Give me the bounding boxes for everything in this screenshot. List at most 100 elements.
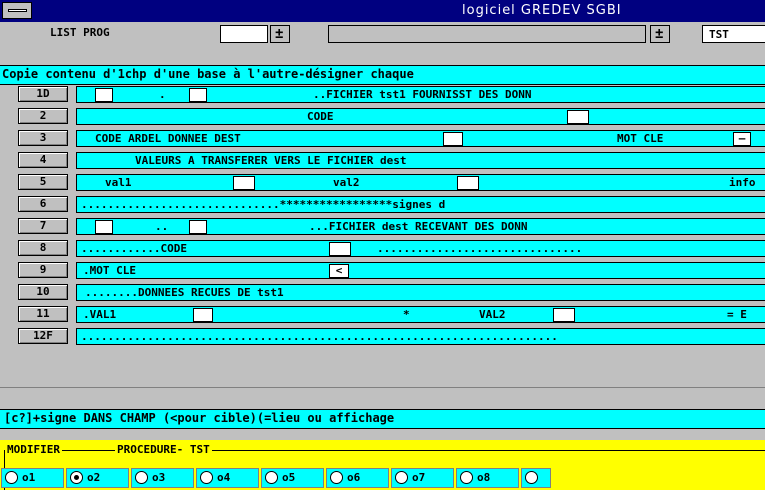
list-prog-label: LIST PROG	[50, 26, 110, 39]
option-o5[interactable]: o5	[261, 468, 324, 488]
row-field[interactable]: CODE ARDEL DONNEE DEST MOT CLE —	[76, 130, 765, 147]
row-field[interactable]: .VAL1 * VAL2 = E	[76, 306, 765, 323]
radio-selected-icon	[70, 471, 83, 484]
option-o8[interactable]: o8	[456, 468, 519, 488]
row-number[interactable]: 1D	[18, 86, 68, 102]
procedure-field[interactable]	[328, 25, 646, 43]
row-number[interactable]: 3	[18, 130, 68, 146]
description-bar: Copie contenu d'1chp d'une base à l'autr…	[0, 65, 765, 85]
toolbar: LIST PROG ± ± TST	[0, 22, 765, 46]
radio-icon	[135, 471, 148, 484]
row-4: 4 VALEURS A TRANSFERER VERS LE FICHIER d…	[0, 150, 765, 170]
row-text: ........DONNEES RECUES DE tst1	[85, 286, 284, 299]
input-box[interactable]	[193, 308, 213, 322]
row-number[interactable]: 4	[18, 152, 68, 168]
row-number[interactable]: 8	[18, 240, 68, 256]
tst-field[interactable]: TST	[702, 25, 765, 43]
radio-icon	[525, 471, 538, 484]
radio-icon	[265, 471, 278, 484]
row-2: 2 CODE	[0, 106, 765, 126]
row-field[interactable]: val1 val2 info	[76, 174, 765, 191]
input-box[interactable]	[457, 176, 479, 190]
option-o6[interactable]: o6	[326, 468, 389, 488]
procedure-option-group: MODIFIER PROCEDURE- TST o1 o2 o3 o4 o5 o…	[1, 443, 765, 490]
row-field[interactable]: ........................................…	[76, 328, 765, 345]
row-number[interactable]: 9	[18, 262, 68, 278]
row-number[interactable]: 7	[18, 218, 68, 234]
option-o3[interactable]: o3	[131, 468, 194, 488]
plus-minus-icon: ±	[655, 26, 664, 42]
row-9: 9 .MOT CLE <	[0, 260, 765, 280]
radio-icon	[395, 471, 408, 484]
row-field[interactable]: . ..FICHIER tst1 FOURNISST DES DONN	[76, 86, 765, 103]
option-o2[interactable]: o2	[66, 468, 129, 488]
option-o4[interactable]: o4	[196, 468, 259, 488]
system-menu-icon	[8, 9, 27, 12]
option-label: o6	[347, 471, 361, 484]
option-label: o8	[477, 471, 491, 484]
input-box[interactable]	[233, 176, 255, 190]
option-label: o5	[282, 471, 296, 484]
input-box[interactable]: <	[329, 264, 349, 278]
row-number[interactable]: 11	[18, 306, 68, 322]
row-text: .	[159, 88, 166, 101]
window-title: logiciel GREDEV SGBI	[462, 3, 622, 18]
input-box[interactable]	[189, 88, 207, 102]
option-label: o3	[152, 471, 166, 484]
input-box[interactable]	[553, 308, 575, 322]
procedure-panel: MODIFIER PROCEDURE- TST o1 o2 o3 o4 o5 o…	[0, 440, 765, 490]
row-number[interactable]: 2	[18, 108, 68, 124]
radio-icon	[5, 471, 18, 484]
row-text: ..	[155, 220, 169, 233]
row-number[interactable]: 12F	[18, 328, 68, 344]
radio-icon	[330, 471, 343, 484]
option-o1[interactable]: o1	[1, 468, 64, 488]
horizontal-scrollbar[interactable]	[0, 387, 765, 404]
row-field[interactable]: .MOT CLE <	[76, 262, 765, 279]
row-text: CODE ARDEL DONNEE DEST	[95, 132, 241, 145]
row-3: 3 CODE ARDEL DONNEE DEST MOT CLE —	[0, 128, 765, 148]
list-prog-spin[interactable]: ±	[270, 25, 290, 43]
row-6: 6 ..............................********…	[0, 194, 765, 214]
row-text: ..............................**********…	[81, 198, 446, 211]
input-box[interactable]: —	[733, 132, 751, 146]
row-text: VAL2	[479, 308, 506, 321]
row-field[interactable]: CODE	[76, 108, 765, 125]
row-11: 11 .VAL1 * VAL2 = E	[0, 304, 765, 324]
row-field[interactable]: ..............................**********…	[76, 196, 765, 213]
row-number[interactable]: 5	[18, 174, 68, 190]
row-field[interactable]: ........DONNEES RECUES DE tst1	[76, 284, 765, 301]
system-menu-button[interactable]	[2, 2, 32, 19]
row-text: ...FICHIER dest RECEVANT DES DONN	[309, 220, 528, 233]
row-number[interactable]: 6	[18, 196, 68, 212]
input-box[interactable]	[329, 242, 351, 256]
option-o7[interactable]: o7	[391, 468, 454, 488]
row-text: ........................................…	[81, 330, 558, 343]
row-field[interactable]: ............CODE .......................…	[76, 240, 765, 257]
row-text: val1	[105, 176, 132, 189]
row-field[interactable]: VALEURS A TRANSFERER VERS LE FICHIER des…	[76, 152, 765, 169]
row-10: 10 ........DONNEES RECUES DE tst1	[0, 282, 765, 302]
row-7: 7 .. ...FICHIER dest RECEVANT DES DONN	[0, 216, 765, 236]
row-text: ............CODE	[81, 242, 187, 255]
row-text: .VAL1	[83, 308, 117, 321]
option-label: o7	[412, 471, 426, 484]
row-text: CODE	[307, 110, 334, 123]
procedure-label: PROCEDURE- TST	[115, 443, 212, 456]
row-number[interactable]: 10	[18, 284, 68, 300]
option-label: o4	[217, 471, 231, 484]
row-12f: 12F ....................................…	[0, 326, 765, 346]
input-box[interactable]	[443, 132, 463, 146]
input-box[interactable]	[189, 220, 207, 234]
row-text: = E	[727, 308, 747, 321]
row-field[interactable]: .. ...FICHIER dest RECEVANT DES DONN	[76, 218, 765, 235]
option-o9-partial[interactable]	[521, 468, 551, 488]
input-box[interactable]	[95, 220, 113, 234]
row-text: info	[729, 176, 756, 189]
input-box[interactable]	[567, 110, 589, 124]
procedure-spin[interactable]: ±	[650, 25, 670, 43]
row-text: val2	[333, 176, 360, 189]
modify-label: MODIFIER	[5, 443, 62, 456]
list-prog-field[interactable]	[220, 25, 268, 43]
input-box[interactable]	[95, 88, 113, 102]
